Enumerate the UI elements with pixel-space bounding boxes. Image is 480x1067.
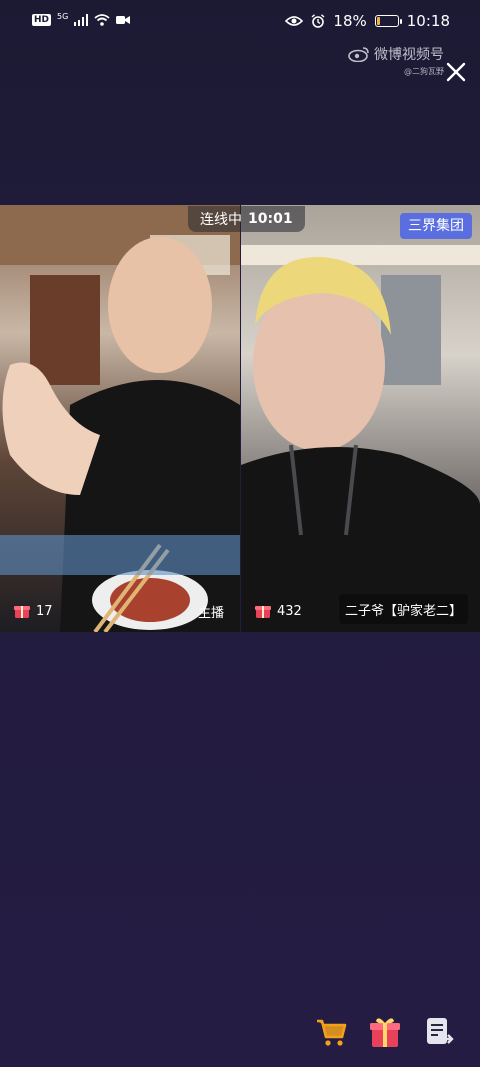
status-left: HD 5G	[32, 11, 131, 26]
guest-gift-count: 432	[277, 603, 302, 619]
bottom-actions	[314, 1015, 456, 1049]
battery-percent: 18%	[333, 12, 367, 30]
battery-icon	[374, 15, 402, 27]
wifi-icon	[94, 14, 110, 26]
battery-level	[376, 17, 380, 25]
camera-icon	[116, 16, 131, 24]
list-icon[interactable]	[422, 1015, 456, 1049]
link-time: 10:01	[248, 211, 293, 227]
network-badge: HD	[32, 14, 52, 26]
gift-icon	[14, 606, 30, 618]
gift-button-icon[interactable]	[368, 1015, 402, 1049]
watermark-subtitle: @二狗瓦野	[404, 67, 444, 76]
status-bar: HD 5G 18% 10:18	[0, 0, 480, 46]
link-status: 连线中	[200, 212, 242, 228]
weibo-logo-icon	[348, 47, 369, 62]
watermark: 微博视频号 @二狗瓦野	[348, 44, 444, 77]
status-right: 18% 10:18	[285, 12, 450, 30]
guest-gift-counter: 432	[251, 598, 306, 624]
cart-icon[interactable]	[314, 1015, 348, 1049]
live-video-panel[interactable]: 17 主播 432 二子爷【驴家老二】 连线中 10:01 三界集团	[0, 205, 480, 632]
watermark-title: 微博视频号	[374, 47, 444, 63]
eye-icon	[285, 16, 304, 26]
guest-video-feed[interactable]: 432 二子爷【驴家老二】	[241, 205, 480, 632]
host-video-feed[interactable]: 17 主播	[0, 205, 240, 632]
signal-icon	[74, 14, 89, 26]
host-figure	[0, 205, 240, 632]
guest-label[interactable]: 二子爷【驴家老二】	[338, 594, 468, 624]
close-icon[interactable]	[444, 60, 468, 84]
clock: 10:18	[406, 12, 450, 30]
host-gift-counter: 17	[10, 598, 57, 624]
gift-icon	[255, 606, 271, 618]
guest-figure	[241, 245, 480, 632]
network-type: 5G	[57, 11, 69, 21]
host-gift-count: 17	[36, 603, 53, 619]
link-status-pill: 连线中 10:01	[188, 206, 305, 232]
host-label: 主播	[197, 605, 224, 621]
channel-badge[interactable]: 三界集团	[400, 213, 472, 239]
alarm-icon	[311, 14, 325, 28]
